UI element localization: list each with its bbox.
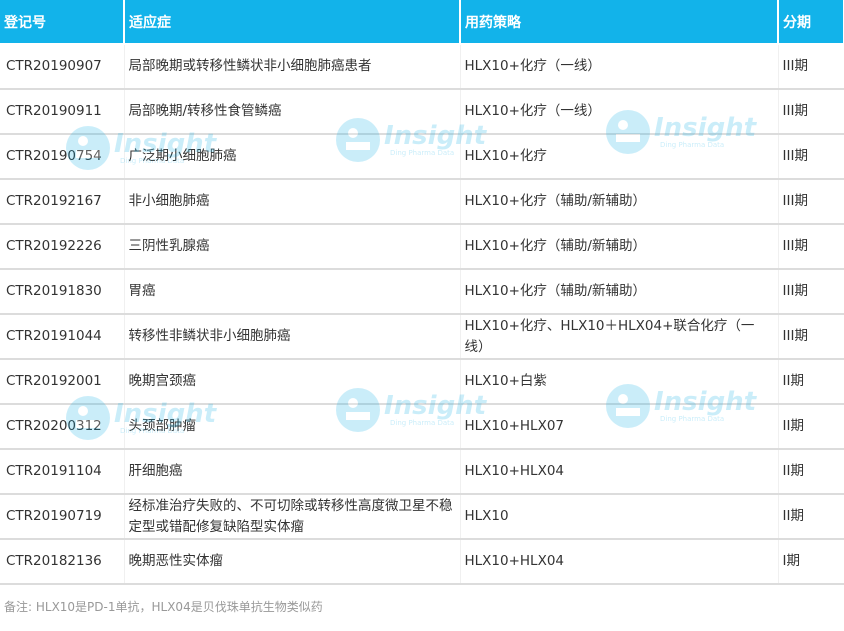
cell-registration-no: CTR20182136: [0, 539, 125, 585]
table-row: CTR20191104 肝细胞癌 HLX10+HLX04 II期: [0, 449, 844, 495]
cell-indication: 头颈部肿瘤: [124, 404, 461, 450]
cell-indication: 晚期宫颈癌: [124, 359, 461, 405]
cell-registration-no: CTR20191830: [0, 269, 125, 315]
cell-phase: I期: [778, 539, 844, 585]
table-row: CTR20190911 局部晚期/转移性食管鳞癌 HLX10+化疗（一线） II…: [0, 89, 844, 135]
cell-strategy: HLX10+HLX07: [460, 404, 779, 450]
cell-strategy: HLX10+白紫: [460, 359, 779, 405]
table-row: CTR20191044 转移性非鳞状非小细胞肺癌 HLX10+化疗、HLX10＋…: [0, 314, 844, 360]
cell-indication: 局部晚期或转移性鳞状非小细胞肺癌患者: [124, 44, 461, 90]
header-strategy[interactable]: 用药策略: [460, 0, 779, 45]
cell-registration-no: CTR20192001: [0, 359, 125, 405]
cell-registration-no: CTR20190907: [0, 44, 125, 90]
cell-registration-no: CTR20192226: [0, 224, 125, 270]
header-phase[interactable]: 分期: [778, 0, 844, 45]
cell-strategy: HLX10+HLX04: [460, 539, 779, 585]
cell-indication: 经标准治疗失败的、不可切除或转移性高度微卫星不稳定型或错配修复缺陷型实体瘤: [124, 494, 461, 540]
table-row: CTR20190754 广泛期小细胞肺癌 HLX10+化疗 III期: [0, 134, 844, 180]
cell-phase: III期: [778, 269, 844, 315]
cell-phase: II期: [778, 449, 844, 495]
table-row: CTR20182136 晚期恶性实体瘤 HLX10+HLX04 I期: [0, 539, 844, 585]
trial-table: 登记号 适应症 用药策略 分期 CTR20190907 局部晚期或转移性鳞状非小…: [0, 0, 844, 585]
cell-registration-no: CTR20190719: [0, 494, 125, 540]
table-row: CTR20191830 胃癌 HLX10+化疗（辅助/新辅助） III期: [0, 269, 844, 315]
cell-phase: III期: [778, 134, 844, 180]
table-row: CTR20192226 三阴性乳腺癌 HLX10+化疗（辅助/新辅助） III期: [0, 224, 844, 270]
table-row: CTR20192001 晚期宫颈癌 HLX10+白紫 II期: [0, 359, 844, 405]
table-header-row: 登记号 适应症 用药策略 分期: [0, 0, 844, 45]
cell-strategy: HLX10+化疗（辅助/新辅助）: [460, 179, 779, 225]
cell-phase: III期: [778, 314, 844, 360]
table-row: CTR20192167 非小细胞肺癌 HLX10+化疗（辅助/新辅助） III期: [0, 179, 844, 225]
cell-registration-no: CTR20191104: [0, 449, 125, 495]
cell-strategy: HLX10+HLX04: [460, 449, 779, 495]
cell-indication: 广泛期小细胞肺癌: [124, 134, 461, 180]
table-footnote: 备注: HLX10是PD-1单抗，HLX04是贝伐珠单抗生物类似药: [4, 600, 323, 614]
cell-registration-no: CTR20192167: [0, 179, 125, 225]
cell-indication: 晚期恶性实体瘤: [124, 539, 461, 585]
header-indication[interactable]: 适应症: [124, 0, 461, 45]
cell-indication: 肝细胞癌: [124, 449, 461, 495]
cell-indication: 三阴性乳腺癌: [124, 224, 461, 270]
cell-indication: 局部晚期/转移性食管鳞癌: [124, 89, 461, 135]
cell-registration-no: CTR20190754: [0, 134, 125, 180]
cell-phase: II期: [778, 404, 844, 450]
header-registration-no[interactable]: 登记号: [0, 0, 125, 45]
cell-strategy: HLX10+化疗、HLX10＋HLX04+联合化疗（一线）: [460, 314, 779, 360]
table-row: CTR20190719 经标准治疗失败的、不可切除或转移性高度微卫星不稳定型或错…: [0, 494, 844, 540]
cell-registration-no: CTR20191044: [0, 314, 125, 360]
cell-indication: 非小细胞肺癌: [124, 179, 461, 225]
cell-strategy: HLX10+化疗（辅助/新辅助）: [460, 269, 779, 315]
cell-strategy: HLX10: [460, 494, 779, 540]
cell-registration-no: CTR20200312: [0, 404, 125, 450]
cell-indication: 转移性非鳞状非小细胞肺癌: [124, 314, 461, 360]
table-row: CTR20190907 局部晚期或转移性鳞状非小细胞肺癌患者 HLX10+化疗（…: [0, 44, 844, 90]
table-row: CTR20200312 头颈部肿瘤 HLX10+HLX07 II期: [0, 404, 844, 450]
cell-registration-no: CTR20190911: [0, 89, 125, 135]
cell-indication: 胃癌: [124, 269, 461, 315]
cell-strategy: HLX10+化疗: [460, 134, 779, 180]
cell-phase: II期: [778, 494, 844, 540]
cell-phase: II期: [778, 359, 844, 405]
cell-phase: III期: [778, 224, 844, 270]
cell-phase: III期: [778, 179, 844, 225]
cell-strategy: HLX10+化疗（一线）: [460, 89, 779, 135]
cell-strategy: HLX10+化疗（一线）: [460, 44, 779, 90]
cell-phase: III期: [778, 89, 844, 135]
cell-phase: III期: [778, 44, 844, 90]
cell-strategy: HLX10+化疗（辅助/新辅助）: [460, 224, 779, 270]
